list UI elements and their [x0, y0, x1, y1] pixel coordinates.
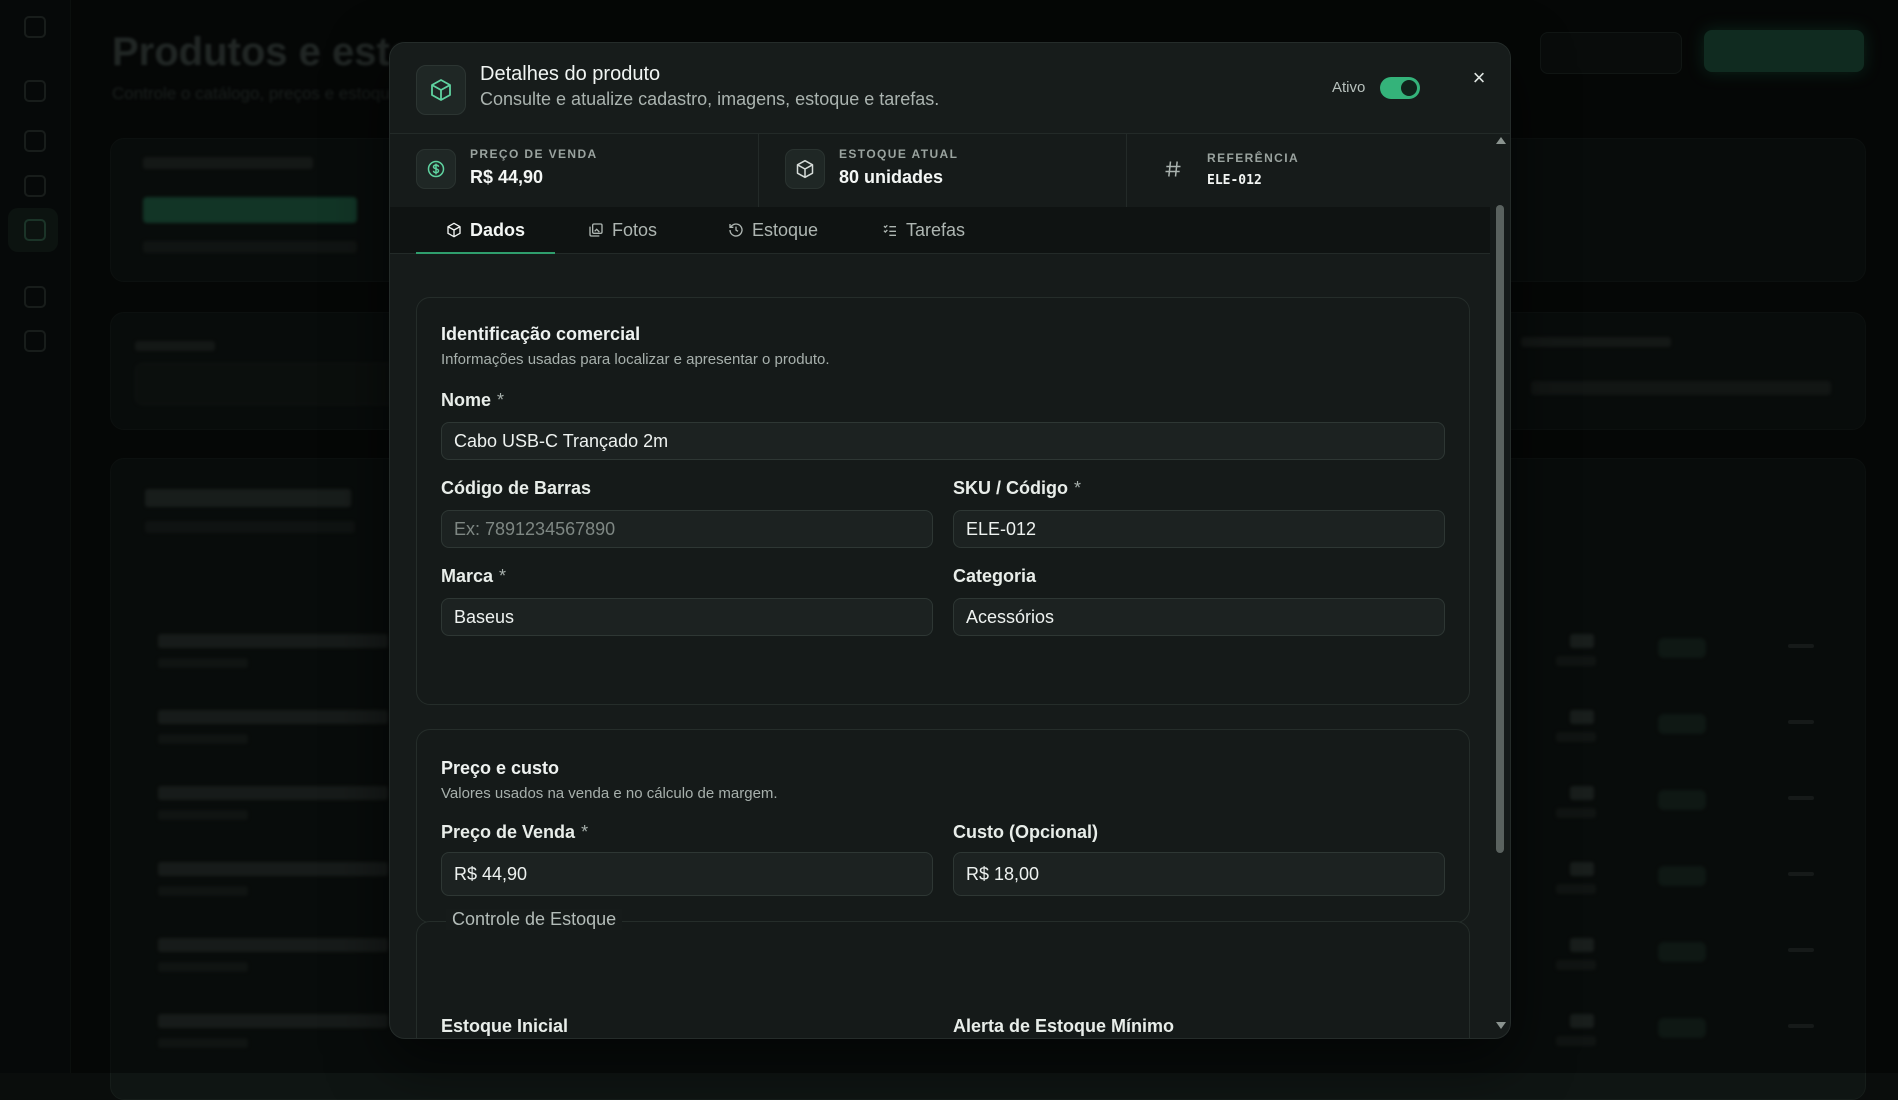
required-mark: *: [1074, 478, 1082, 498]
scroll-down-arrow-icon[interactable]: [1496, 1022, 1506, 1029]
images-icon: [589, 223, 603, 237]
hash-icon: [1153, 149, 1193, 189]
custo-label: Custo (Opcional): [953, 822, 1098, 842]
identification-description: Informações usadas para localizar e apre…: [441, 351, 830, 368]
tab-tarefas-label: Tarefas: [906, 219, 966, 240]
dollar-circle-icon: [416, 149, 456, 189]
stat-stock: ESTOQUE ATUAL 80 unidades: [758, 133, 1127, 207]
price-title: Preço e custo: [441, 758, 560, 778]
box-icon: [447, 222, 461, 238]
tab-dados-label: Dados: [470, 219, 526, 240]
required-mark: *: [497, 390, 505, 410]
product-details-modal: Detalhes do produto Consulte e atualize …: [389, 42, 1511, 1039]
summary-stats: PREÇO DE VENDA R$ 44,90 ESTOQUE ATUAL 80…: [390, 133, 1490, 208]
marca-label: Marca *: [441, 566, 507, 586]
stat-reference: REFERÊNCIA ELE-012: [1126, 133, 1495, 207]
stat-reference-label: REFERÊNCIA: [1207, 151, 1300, 165]
preco-venda-label: Preço de Venda *: [441, 822, 589, 842]
preco-venda-input[interactable]: [441, 852, 933, 896]
codigo-barras-label: Código de Barras: [441, 478, 592, 498]
modal-scrollbar[interactable]: [1492, 133, 1508, 1033]
checklist-icon: [883, 224, 896, 236]
price-section: Preço e custo Valores usados na venda e …: [416, 729, 1470, 923]
close-icon: ×: [1472, 65, 1486, 90]
history-icon: [729, 223, 743, 237]
stat-price-label: PREÇO DE VENDA: [470, 147, 598, 161]
identification-title: Identificação comercial: [441, 324, 641, 344]
tab-fotos-label: Fotos: [612, 219, 658, 240]
stock-control-section: Estoque Inicial Alerta de Estoque Mínimo: [416, 921, 1470, 1038]
nome-label: Nome *: [441, 390, 505, 410]
sku-input[interactable]: [953, 510, 1445, 548]
sku-label: SKU / Código *: [953, 478, 1082, 498]
modal-subtitle: Consulte e atualize cadastro, imagens, e…: [480, 89, 940, 109]
toggle-knob: [1401, 80, 1417, 96]
tab-dados[interactable]: Dados: [416, 207, 556, 254]
modal-title: Detalhes do produto: [480, 63, 661, 85]
modal-header: Detalhes do produto Consulte e atualize …: [390, 43, 1510, 134]
categoria-input[interactable]: [953, 598, 1445, 636]
stock-control-legend: Controle de Estoque: [446, 909, 623, 930]
tab-estoque-label: Estoque: [752, 219, 819, 240]
stat-reference-value: ELE-012: [1207, 173, 1262, 188]
tab-estoque[interactable]: Estoque: [728, 207, 818, 253]
marca-input[interactable]: [441, 598, 933, 636]
scrollbar-thumb[interactable]: [1496, 205, 1504, 853]
box-icon: [416, 65, 466, 115]
identification-section: Identificação comercial Informações usad…: [416, 297, 1470, 705]
close-button[interactable]: ×: [1464, 63, 1494, 93]
alerta-estoque-label: Alerta de Estoque Mínimo: [953, 1016, 1175, 1036]
active-label: Ativo: [1332, 79, 1366, 96]
stat-stock-label: ESTOQUE ATUAL: [839, 147, 959, 161]
categoria-label: Categoria: [953, 566, 1037, 586]
tab-bar: Dados Fotos Estoque Tarefas: [390, 207, 1490, 254]
nome-input[interactable]: [441, 422, 1445, 460]
estoque-inicial-label: Estoque Inicial: [441, 1016, 569, 1036]
tab-tarefas[interactable]: Tarefas: [882, 207, 965, 253]
codigo-barras-input[interactable]: [441, 510, 933, 548]
stat-stock-value: 80 unidades: [839, 167, 944, 187]
scroll-up-arrow-icon[interactable]: [1496, 137, 1506, 144]
price-description: Valores usados na venda e no cálculo de …: [441, 785, 778, 802]
custo-input[interactable]: [953, 852, 1445, 896]
active-toggle[interactable]: [1380, 77, 1420, 99]
stat-price: PREÇO DE VENDA R$ 44,90: [390, 133, 758, 207]
tab-fotos[interactable]: Fotos: [588, 207, 657, 253]
box-icon: [785, 149, 825, 189]
stat-price-value: R$ 44,90: [470, 167, 544, 187]
required-mark: *: [499, 566, 507, 586]
required-mark: *: [581, 822, 589, 842]
